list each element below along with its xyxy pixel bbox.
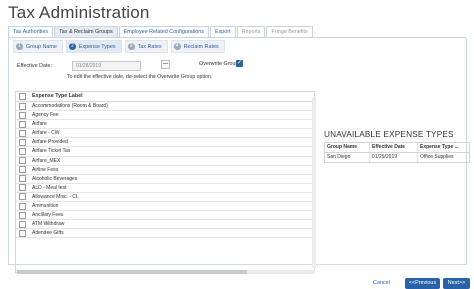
table-row: Agency Fee bbox=[16, 111, 314, 121]
next-button[interactable]: Next>> bbox=[443, 278, 470, 289]
row-checkbox[interactable] bbox=[19, 166, 26, 174]
expense-type-label: Attendee Gifts bbox=[32, 230, 64, 237]
table-row: Alcoholic Beverages bbox=[16, 175, 314, 184]
table-row: ALD - Meal test bbox=[16, 184, 314, 193]
column-header-group-name[interactable]: Group Name bbox=[325, 143, 370, 152]
row-checkbox[interactable] bbox=[19, 220, 26, 228]
table-row: Allowance Misc. - CL bbox=[16, 193, 314, 203]
expense-type-label: Airfare Ticket Tax bbox=[32, 148, 71, 155]
unavailable-expense-types-table: Group Name Effective Date Expense Type .… bbox=[324, 142, 470, 163]
expense-type-table: Expense Type Label Accommodations (Room … bbox=[15, 91, 315, 273]
effective-date-hint: To edit the effective date, de-select th… bbox=[67, 74, 213, 80]
select-all-checkbox[interactable] bbox=[19, 93, 26, 100]
step-group-name[interactable]: 1 Group Name bbox=[13, 40, 63, 53]
step-label: Tax Rates bbox=[137, 43, 162, 50]
page-title: Tax Administration bbox=[8, 3, 150, 22]
main-panel: 1 Group Name 2 Expense Types 3 Tax Rates… bbox=[8, 38, 470, 289]
row-checkbox[interactable] bbox=[19, 111, 26, 119]
table-row: San Diego 01/29/2019 Office Supplies bbox=[325, 153, 469, 162]
row-checkbox[interactable] bbox=[19, 102, 26, 110]
expense-table-header: Expense Type Label bbox=[16, 92, 314, 102]
row-checkbox[interactable] bbox=[19, 129, 26, 137]
effective-date-input[interactable]: 01/28/2019 bbox=[71, 61, 141, 71]
effective-date-label: Effective Date: bbox=[17, 63, 52, 69]
calendar-icon[interactable] bbox=[161, 60, 170, 69]
overwrite-group-label: Overwrite Group: bbox=[199, 61, 241, 67]
table-row: Airfare Ticket Tax bbox=[16, 147, 314, 157]
expense-type-label-header: Expense Type Label bbox=[32, 93, 83, 99]
expense-type-label: Allowance Misc. - CL bbox=[32, 193, 79, 200]
table-row: Attendee Gifts bbox=[16, 229, 314, 239]
row-checkbox[interactable] bbox=[19, 193, 26, 201]
tab-bar: Tax Authorities Tax & Reclaim Groups Emp… bbox=[8, 26, 314, 37]
tab-employee-related-configurations[interactable]: Employee Related Configurations bbox=[118, 26, 209, 37]
row-checkbox[interactable] bbox=[19, 229, 26, 237]
row-checkbox[interactable] bbox=[19, 211, 26, 219]
expense-type-label: Airfare_MEX bbox=[32, 157, 61, 164]
previous-button[interactable]: <<Previous bbox=[405, 278, 440, 289]
expense-type-label: ALD - Meal test bbox=[32, 184, 67, 191]
expense-table-horizontal-scrollbar[interactable] bbox=[17, 270, 315, 274]
scrollbar-thumb[interactable] bbox=[17, 270, 247, 274]
row-checkbox[interactable] bbox=[19, 184, 26, 192]
step-number: 4 bbox=[173, 43, 181, 50]
step-number: 1 bbox=[16, 43, 23, 50]
expense-type-label: Airline Fees bbox=[32, 166, 59, 173]
step-tax-rates[interactable]: 3 Tax Rates bbox=[124, 40, 168, 53]
tab-export[interactable]: Export bbox=[210, 26, 236, 37]
expense-type-label: Alcoholic Beverages bbox=[32, 175, 78, 182]
expense-type-label: Agency Fee bbox=[32, 112, 59, 119]
expense-type-label: Ancillary Fees bbox=[32, 212, 64, 219]
tab-reports: Reports bbox=[236, 26, 266, 37]
table-row: Accommodations (Room & Board) bbox=[16, 102, 314, 112]
table-row: Airfare - CW bbox=[16, 129, 314, 139]
expense-type-label: Airfare bbox=[32, 121, 47, 128]
expense-table-vertical-scrollbar[interactable] bbox=[312, 97, 316, 268]
expense-type-label: Airfare Provided bbox=[32, 139, 68, 146]
unavailable-table-header: Group Name Effective Date Expense Type .… bbox=[325, 143, 469, 153]
effective-date-row: Effective Date: 01/28/2019 bbox=[17, 61, 141, 71]
expense-type-label: ATM Withdraw bbox=[32, 221, 65, 228]
row-checkbox[interactable] bbox=[19, 202, 26, 210]
table-row: Airline Fees bbox=[16, 166, 314, 175]
tab-tax-authorities[interactable]: Tax Authorities bbox=[8, 26, 54, 37]
table-row: ATM Withdraw bbox=[16, 220, 314, 230]
expense-type-label: Accommodations (Room & Board) bbox=[32, 103, 108, 109]
column-header-expense-type[interactable]: Expense Type ... bbox=[418, 143, 469, 152]
row-checkbox[interactable] bbox=[19, 138, 26, 146]
row-checkbox[interactable] bbox=[19, 157, 26, 165]
step-number: 3 bbox=[127, 43, 135, 50]
expense-type-label: Airfare - CW bbox=[32, 130, 60, 137]
row-checkbox[interactable] bbox=[19, 175, 26, 183]
step-expense-types[interactable]: 2 Expense Types bbox=[65, 40, 122, 53]
wizard-steps: 1 Group Name 2 Expense Types 3 Tax Rates… bbox=[13, 40, 228, 53]
tab-tax-reclaim-groups[interactable]: Tax & Reclaim Groups bbox=[54, 26, 118, 37]
step-reclaim-rates[interactable]: 4 Reclaim Rates bbox=[170, 40, 225, 53]
effective-date-cell: 01/29/2019 bbox=[370, 153, 418, 162]
step-label: Reclaim Rates bbox=[183, 43, 219, 50]
step-label: Expense Types bbox=[78, 43, 116, 50]
expense-type-label: Ammunition bbox=[32, 203, 59, 210]
row-checkbox[interactable] bbox=[19, 120, 26, 128]
overwrite-group-checkbox[interactable]: ✓ bbox=[236, 60, 243, 67]
table-row: Airfare bbox=[16, 120, 314, 130]
table-row: Ancillary Fees bbox=[16, 211, 314, 221]
step-label: Group Name bbox=[26, 43, 57, 50]
cancel-button[interactable]: Cancel bbox=[373, 280, 390, 286]
step-number: 2 bbox=[68, 43, 76, 50]
column-header-effective-date[interactable]: Effective Date bbox=[370, 143, 418, 152]
table-row: Airfare Provided bbox=[16, 138, 314, 148]
row-checkbox[interactable] bbox=[19, 148, 26, 156]
unavailable-expense-types-title: UNAVAILABLE EXPENSE TYPES bbox=[324, 130, 454, 139]
table-row: Airfare_MEX bbox=[16, 157, 314, 166]
group-name-cell: San Diego bbox=[325, 153, 370, 162]
tab-fringe-benefits: Fringe Benefits bbox=[266, 26, 313, 37]
table-row: Ammunition bbox=[16, 202, 314, 212]
expense-type-cell: Office Supplies bbox=[420, 154, 454, 160]
